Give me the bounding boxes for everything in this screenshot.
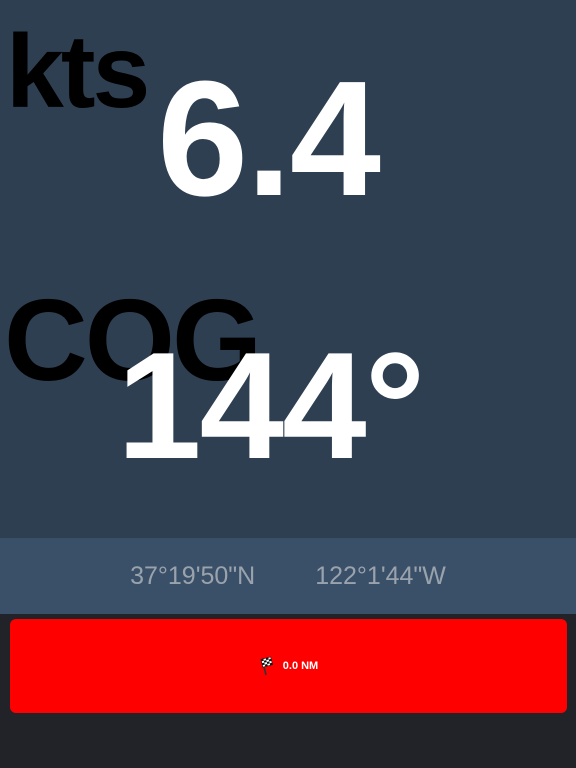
speed-unit-label: kts — [6, 14, 150, 130]
coordinates-bar: 37°19'50"N 122°1'44"W — [0, 538, 576, 614]
speed-value: 6.4 — [157, 47, 381, 230]
longitude-text: 122°1'44"W — [315, 561, 446, 590]
instrument-panel: kts 6.4 COG 144° — [0, 0, 576, 538]
latitude-text: 37°19'50"N — [130, 561, 256, 590]
app-screen: kts 6.4 COG 144° 37°19'50"N 122°1'44"W 0… — [0, 0, 576, 768]
checkered-flag-icon — [259, 656, 275, 676]
waypoint-distance-text: 0.0 NM — [282, 660, 319, 672]
cog-value: 144° — [117, 321, 425, 491]
waypoint-distance-button[interactable]: 0.0 NM — [10, 619, 567, 713]
